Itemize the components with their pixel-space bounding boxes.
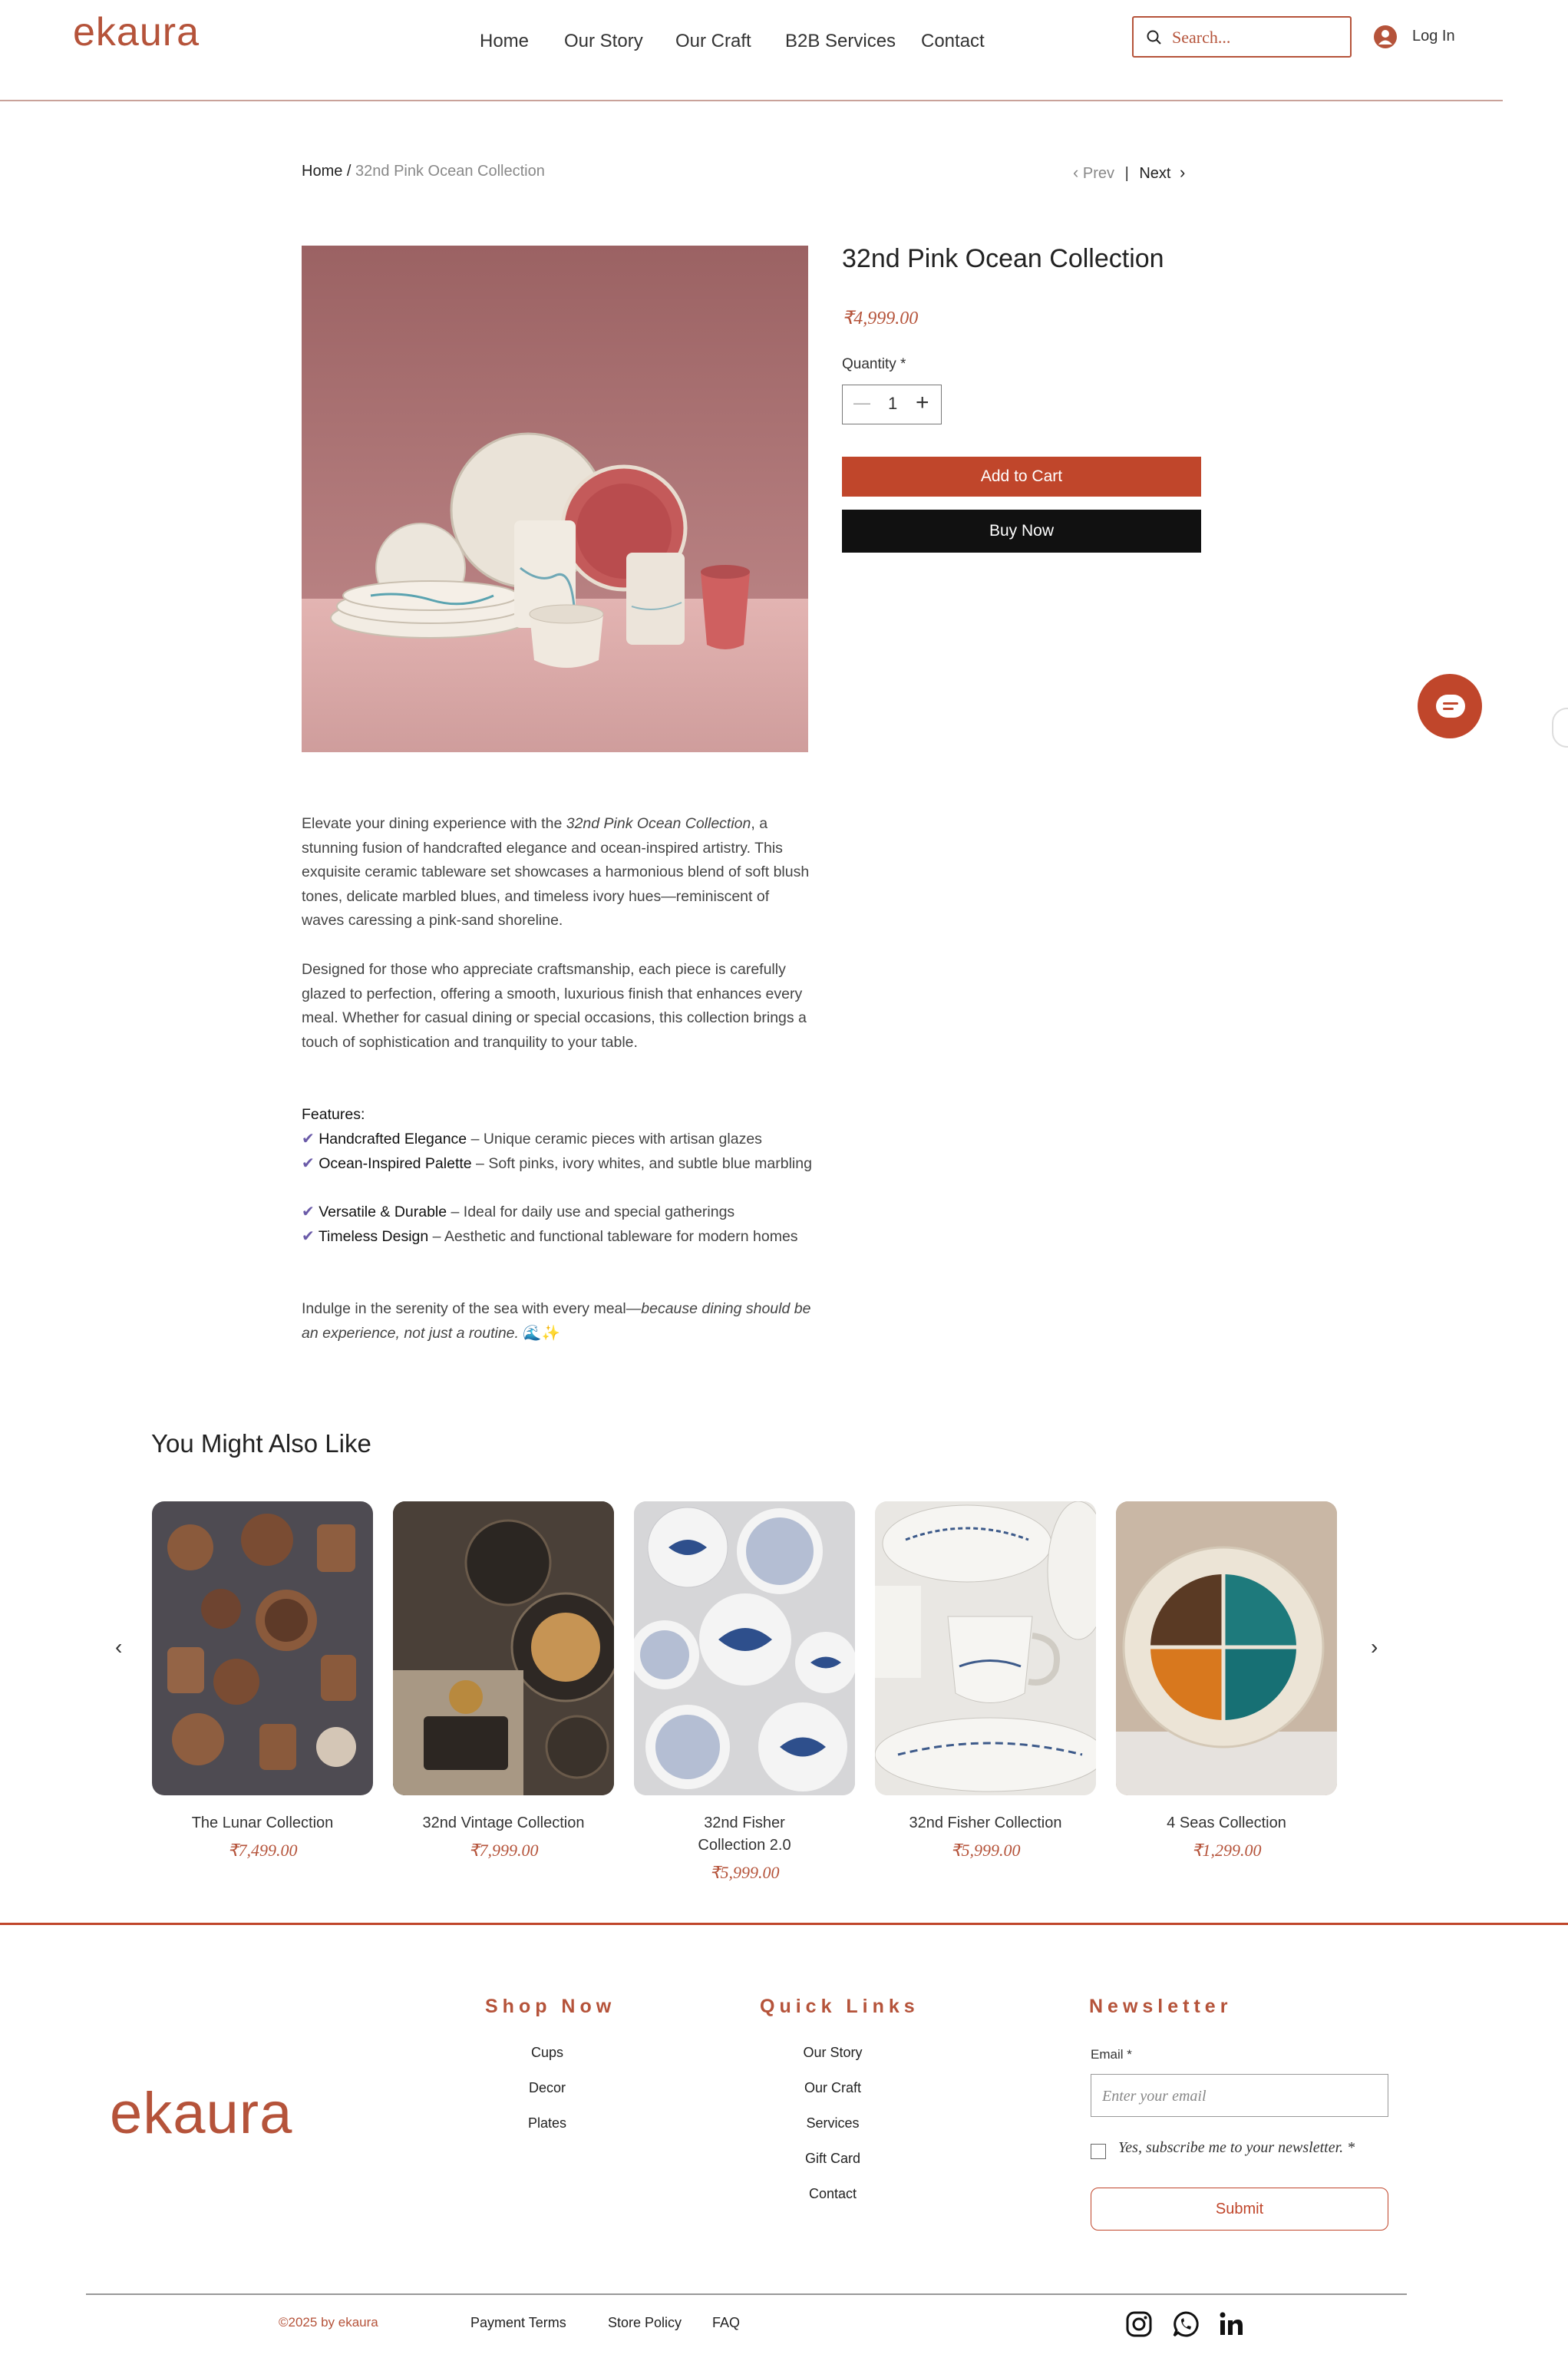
- prev-link[interactable]: Prev: [1083, 165, 1114, 182]
- related-product-price: ₹1,299.00: [1191, 1841, 1262, 1860]
- pager-divider: |: [1124, 165, 1129, 182]
- related-product-name[interactable]: 32nd Vintage Collection: [393, 1812, 614, 1834]
- footer-link-our-story[interactable]: Our Story: [748, 2045, 917, 2061]
- related-product-image[interactable]: [152, 1501, 373, 1795]
- related-product-name[interactable]: 32nd Fisher Collection: [875, 1812, 1096, 1834]
- header-divider: [0, 100, 1503, 101]
- footer-logo[interactable]: ekaura: [110, 2080, 292, 2147]
- newsletter-heading: Newsletter: [1089, 1996, 1233, 2017]
- chevron-right-icon: ›: [1180, 163, 1186, 182]
- add-to-cart-button[interactable]: Add to Cart: [842, 457, 1201, 497]
- related-product-image[interactable]: [875, 1501, 1096, 1795]
- buy-now-button[interactable]: Buy Now: [842, 510, 1201, 553]
- whatsapp-icon[interactable]: [1172, 2310, 1200, 2338]
- copyright: ©2025 by ekaura: [279, 2315, 378, 2330]
- quantity-label: Quantity *: [842, 356, 906, 372]
- email-field[interactable]: [1091, 2074, 1388, 2117]
- breadcrumb-current: 32nd Pink Ocean Collection: [355, 163, 545, 180]
- footer-link-payment-terms[interactable]: Payment Terms: [470, 2315, 566, 2331]
- subscribe-checkbox[interactable]: [1091, 2144, 1106, 2159]
- nav-our-story[interactable]: Our Story: [564, 31, 643, 52]
- related-product-name[interactable]: 32nd Fisher Collection 2.0: [634, 1812, 855, 1857]
- features-heading: Features:: [302, 1106, 365, 1123]
- email-input[interactable]: [1102, 2085, 1378, 2108]
- footer-link-cups[interactable]: Cups: [463, 2045, 632, 2061]
- subscribe-label: Yes, subscribe me to your newsletter. *: [1118, 2139, 1355, 2156]
- side-widget-tab[interactable]: [1552, 708, 1568, 748]
- submit-button[interactable]: Submit: [1091, 2188, 1388, 2231]
- carousel-prev-icon[interactable]: ‹: [115, 1635, 122, 1659]
- user-avatar-icon: [1374, 25, 1397, 48]
- check-icon: ✔: [302, 1131, 315, 1147]
- related-heading: You Might Also Like: [151, 1429, 371, 1458]
- next-link[interactable]: Next: [1139, 165, 1170, 182]
- related-product-name[interactable]: 4 Seas Collection: [1116, 1812, 1337, 1834]
- footer-link-store-policy[interactable]: Store Policy: [608, 2315, 682, 2331]
- breadcrumb-separator: /: [346, 163, 352, 180]
- nav-b2b-services[interactable]: B2B Services: [785, 31, 896, 52]
- chevron-left-icon: ‹: [1073, 163, 1079, 182]
- carousel-next-icon[interactable]: ›: [1371, 1635, 1378, 1659]
- pager: ‹ Prev | Next ›: [1073, 163, 1185, 183]
- product-image[interactable]: [302, 246, 808, 752]
- related-product-price: ₹5,999.00: [709, 1863, 780, 1882]
- minus-icon[interactable]: —: [853, 393, 870, 413]
- plus-icon[interactable]: +: [916, 390, 929, 416]
- feature-item: ✔ Versatile & Durable – Ideal for daily …: [302, 1204, 735, 1220]
- quantity-stepper[interactable]: — 1 +: [842, 385, 942, 424]
- feature-item: ✔ Timeless Design – Aesthetic and functi…: [302, 1228, 798, 1245]
- quick-links-heading: Quick Links: [760, 1996, 919, 2017]
- check-icon: ✔: [302, 1204, 315, 1220]
- footer-link-faq[interactable]: FAQ: [712, 2315, 740, 2331]
- nav-our-craft[interactable]: Our Craft: [675, 31, 751, 52]
- search-icon: [1147, 30, 1161, 45]
- footer-link-gift-card[interactable]: Gift Card: [748, 2151, 917, 2167]
- product-title: 32nd Pink Ocean Collection: [842, 244, 1164, 273]
- breadcrumb: Home / 32nd Pink Ocean Collection: [302, 163, 545, 180]
- search-input[interactable]: [1172, 25, 1341, 50]
- footer-link-services[interactable]: Services: [748, 2115, 917, 2132]
- feature-item: ✔ Ocean-Inspired Palette – Soft pinks, i…: [302, 1155, 812, 1172]
- footer-link-plates[interactable]: Plates: [463, 2115, 632, 2132]
- footer-bottom-divider: [86, 2293, 1407, 2295]
- shop-now-heading: Shop Now: [485, 1996, 616, 2017]
- site-logo[interactable]: ekaura: [73, 9, 200, 55]
- linkedin-icon[interactable]: [1217, 2310, 1245, 2338]
- chat-icon: [1436, 695, 1465, 718]
- nav-contact[interactable]: Contact: [921, 31, 985, 52]
- check-icon: ✔: [302, 1228, 315, 1245]
- footer-link-decor[interactable]: Decor: [463, 2080, 632, 2096]
- related-product-image[interactable]: [634, 1501, 855, 1795]
- nav-home[interactable]: Home: [480, 31, 529, 52]
- footer-link-contact[interactable]: Contact: [748, 2186, 917, 2202]
- related-product-price: ₹5,999.00: [950, 1841, 1021, 1860]
- product-price: ₹4,999.00: [842, 309, 919, 329]
- search-box[interactable]: [1132, 16, 1352, 58]
- product-description-p3: Indulge in the serenity of the sea with …: [302, 1300, 811, 1342]
- login-label: Log In: [1412, 28, 1455, 45]
- related-product-price: ₹7,999.00: [468, 1841, 539, 1860]
- footer-link-our-craft[interactable]: Our Craft: [748, 2080, 917, 2096]
- email-label: Email *: [1091, 2047, 1132, 2062]
- footer-divider: [0, 1923, 1568, 1925]
- related-product-name[interactable]: The Lunar Collection: [152, 1812, 373, 1834]
- related-product-image[interactable]: [1116, 1501, 1337, 1795]
- quantity-value[interactable]: 1: [888, 394, 897, 414]
- instagram-icon[interactable]: [1125, 2310, 1153, 2338]
- related-product-price: ₹7,499.00: [227, 1841, 298, 1860]
- breadcrumb-home[interactable]: Home: [302, 163, 342, 180]
- check-icon: ✔: [302, 1155, 315, 1172]
- product-description-p1: Elevate your dining experience with the …: [302, 815, 810, 930]
- related-product-image[interactable]: [393, 1501, 614, 1795]
- feature-item: ✔ Handcrafted Elegance – Unique ceramic …: [302, 1131, 762, 1147]
- product-description-p2: Designed for those who appreciate crafts…: [302, 961, 807, 1051]
- chat-button[interactable]: [1418, 674, 1482, 738]
